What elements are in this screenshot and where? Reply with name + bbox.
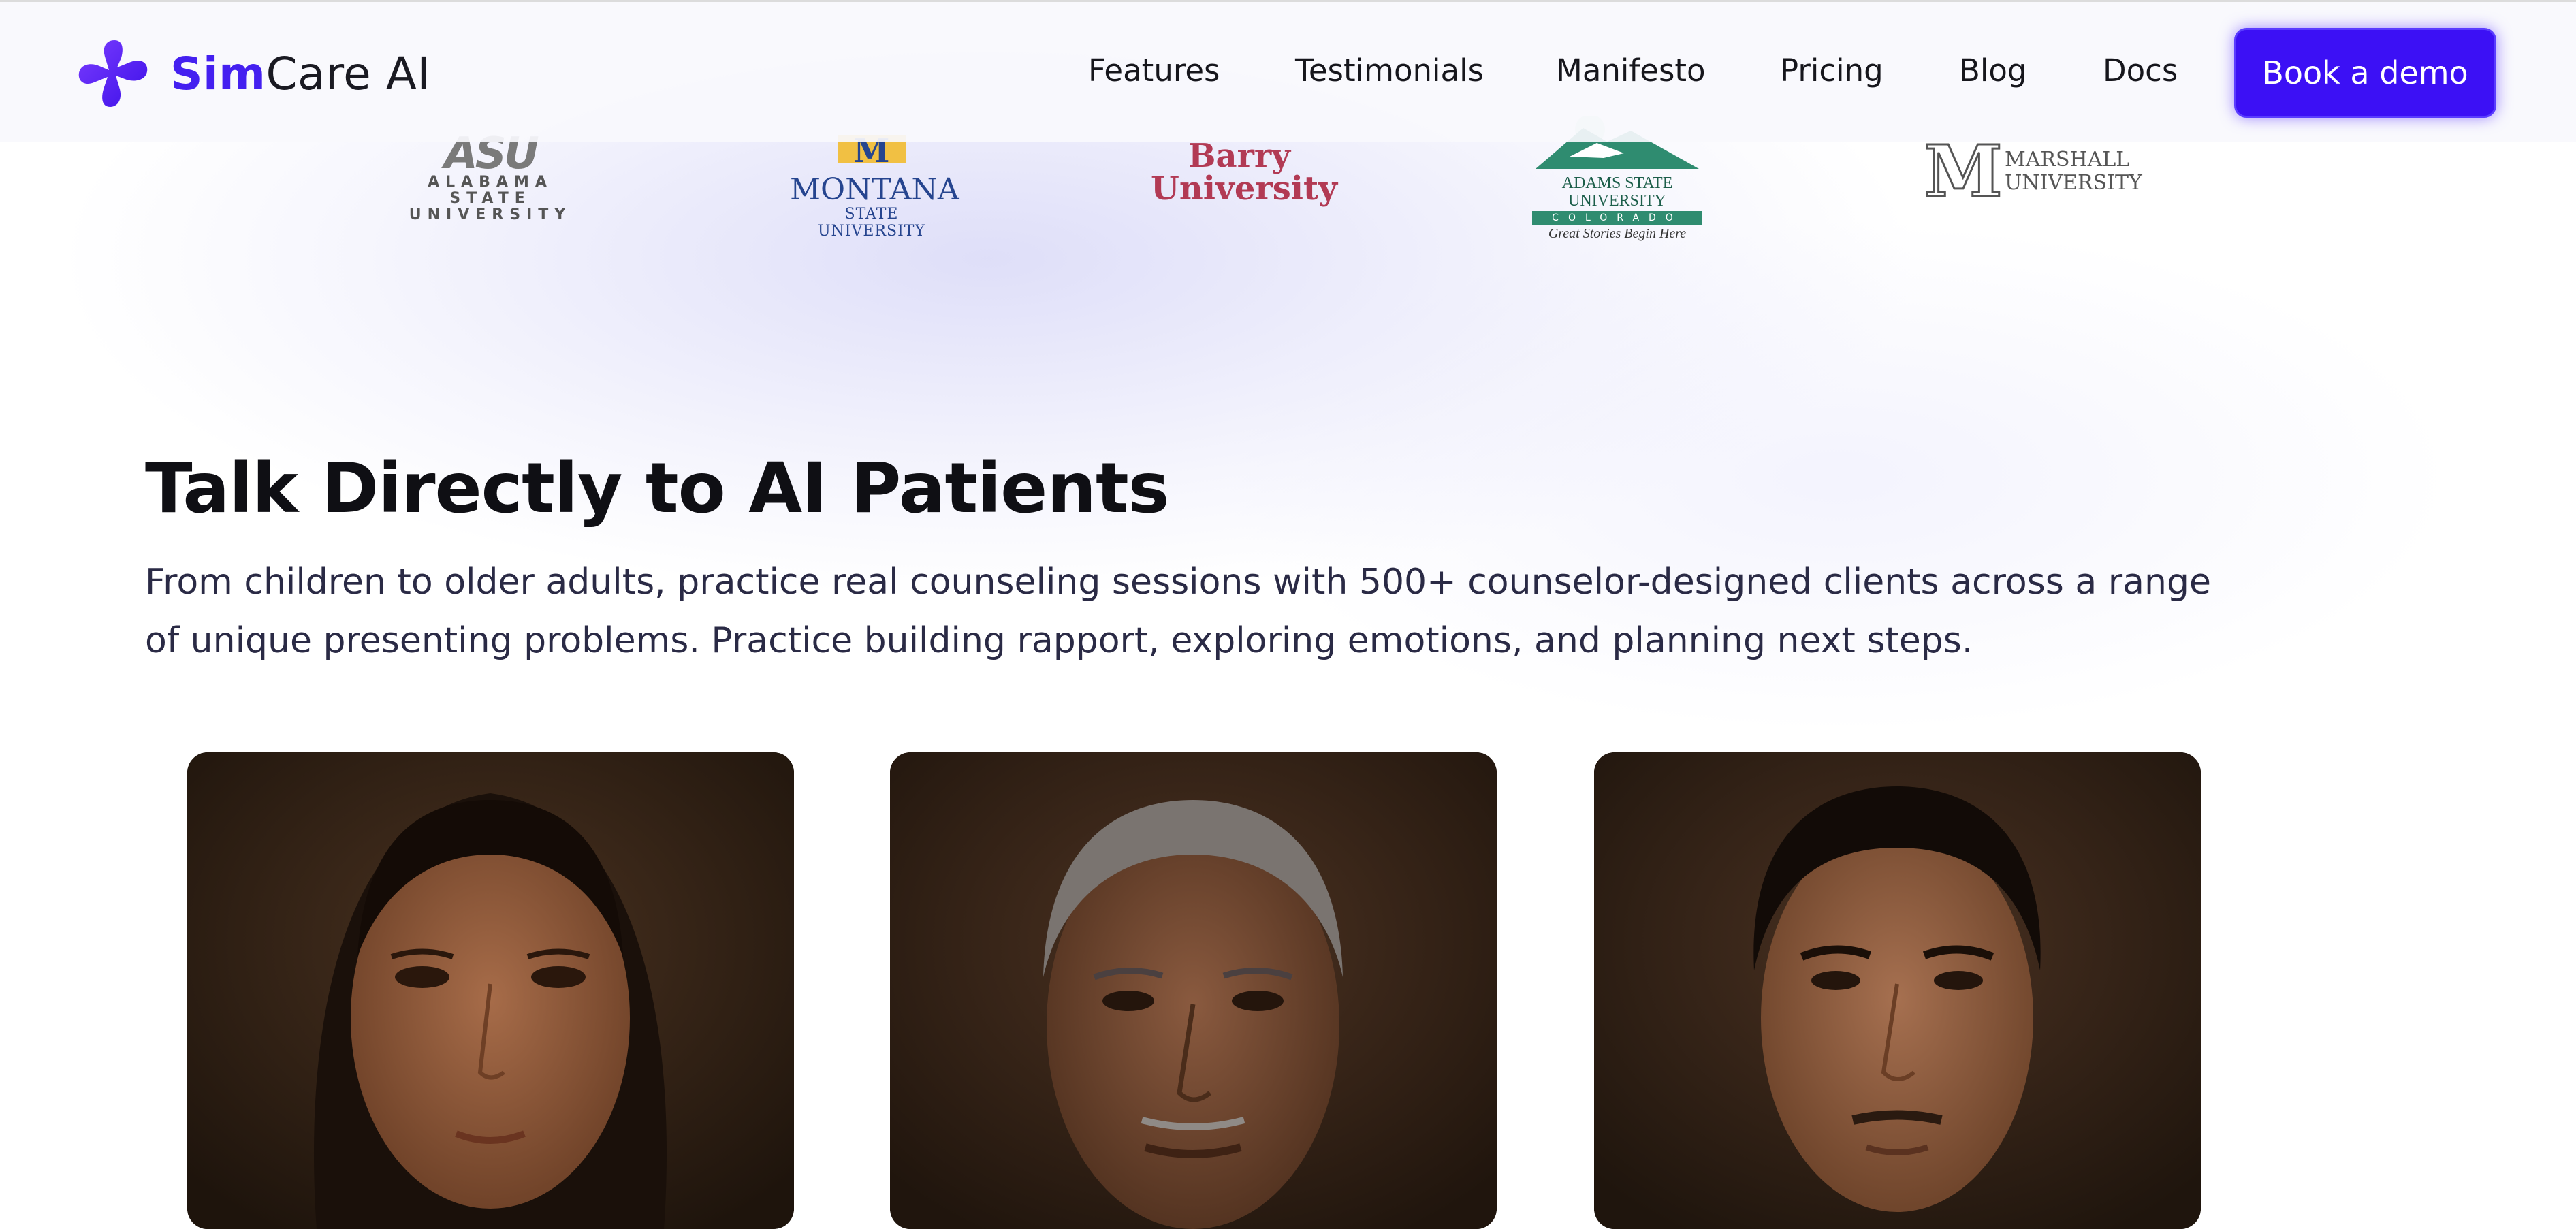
- asu-name: ALABAMA STATE UNIVERSITY: [409, 174, 572, 223]
- barry-university-logo: Barry University: [1151, 137, 1338, 208]
- older-man-portrait: [890, 752, 1497, 1229]
- montana-name: MONTANA: [790, 172, 959, 207]
- section-description: From children to older adults, practice …: [145, 562, 2211, 661]
- patient-card-older-man[interactable]: [890, 752, 1497, 1229]
- alabama-state-university-logo: ASU ALABAMA STATE UNIVERSITY: [392, 132, 589, 223]
- nav-testimonials-link[interactable]: Testimonials: [1295, 52, 1484, 89]
- young-woman-portrait: [187, 752, 794, 1229]
- montana-state-university-logo: M MONTANA STATE UNIVERSITY: [790, 132, 959, 240]
- book-demo-button[interactable]: Book a demo: [2234, 28, 2496, 118]
- top-navigation: Sim Care AI Features Testimonials Manife…: [0, 0, 2576, 142]
- marshall-university-logo: M MARSHALL UNIVERSITY: [1923, 129, 2144, 214]
- nav-manifesto-link[interactable]: Manifesto: [1556, 52, 1706, 89]
- patient-card-young-man[interactable]: [1594, 752, 2201, 1229]
- brand-name-care-ai: Care AI: [266, 47, 431, 100]
- section-title: Talk Directly to AI Patients: [145, 448, 1169, 529]
- adams-band: COLORADO: [1532, 211, 1702, 225]
- svg-text:M: M: [1926, 139, 2001, 202]
- montana-subname: STATE UNIVERSITY: [818, 206, 925, 240]
- young-man-portrait: [1594, 752, 2201, 1229]
- nav-docs-link[interactable]: Docs: [2103, 52, 2178, 89]
- nav-blog-link[interactable]: Blog: [1959, 52, 2026, 89]
- barry-line1: Barry: [1188, 137, 1291, 175]
- nav-pricing-link[interactable]: Pricing: [1780, 52, 1883, 89]
- marshall-line1: MARSHALL: [2005, 148, 2130, 172]
- brand-name-sim: Sim: [170, 47, 266, 100]
- marshall-m-icon: M: [1923, 129, 2003, 214]
- brand-logo[interactable]: Sim Care AI: [75, 35, 430, 112]
- adams-name: ADAMS STATE UNIVERSITY: [1561, 174, 1673, 210]
- marshall-line2: UNIVERSITY: [2005, 171, 2142, 195]
- nav-features-link[interactable]: Features: [1088, 52, 1220, 89]
- patient-card-young-woman[interactable]: [187, 752, 794, 1229]
- barry-line2: University: [1151, 170, 1338, 208]
- plus-cross-icon: [75, 35, 153, 112]
- adams-tagline: Great Stories Begin Here: [1548, 226, 1687, 241]
